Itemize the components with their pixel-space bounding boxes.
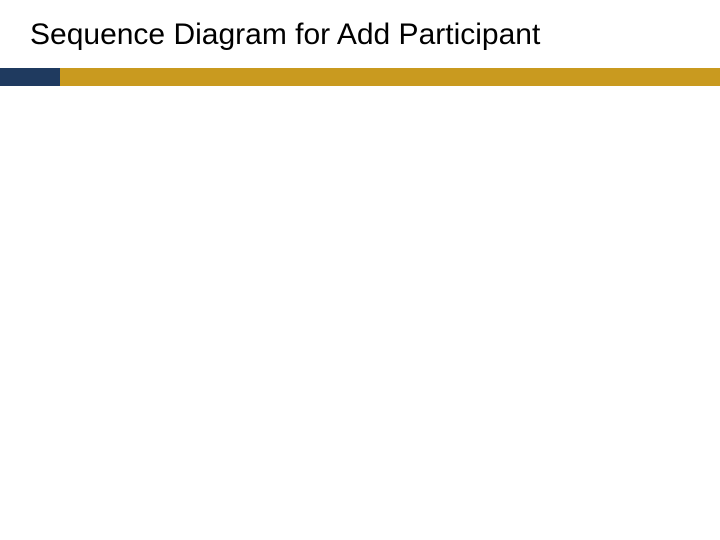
accent-bar-right-segment <box>60 68 720 86</box>
slide-title: Sequence Diagram for Add Participant <box>30 18 540 52</box>
accent-bar <box>0 68 720 86</box>
accent-bar-left-segment <box>0 68 60 86</box>
